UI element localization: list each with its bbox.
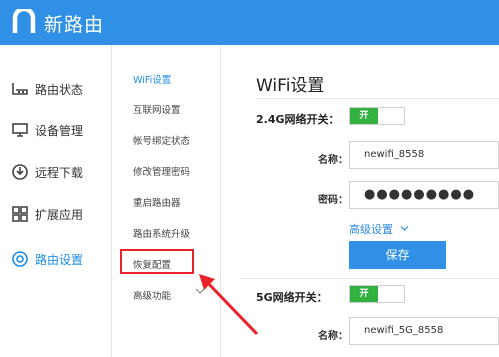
save-button[interactable]: 保存 [349, 241, 446, 269]
nav-item-label: 远程下载 [35, 166, 84, 180]
toggle-on-label: 开 [350, 286, 378, 302]
settings-icon [12, 251, 28, 267]
subnav-item-internet-settings[interactable]: 互联网设置 [133, 102, 181, 116]
nav-item-label: 设备管理 [35, 124, 84, 138]
nav-item-label: 扩展应用 [35, 208, 84, 222]
divider [256, 98, 499, 99]
subnav-item-reboot[interactable]: 重启路由器 [133, 195, 181, 209]
subnav-item-advanced-functions[interactable]: 高级功能 [133, 288, 171, 302]
logo-text: 新路由 [44, 14, 105, 36]
toggle-on-label: 开 [350, 108, 378, 124]
wifi-24g-password-field[interactable]: ●●●●●●●●● [349, 181, 499, 209]
nav-item-label: 路由状态 [35, 83, 84, 97]
nav-item-label: 路由设置 [35, 253, 84, 267]
router-icon [12, 83, 28, 95]
nav-item-router-status[interactable]: 路由状态 [0, 69, 112, 109]
wifi-24g-switch-label: 2.4G网络开关： [256, 113, 340, 126]
subnav-item-account-binding[interactable]: 帐号绑定状态 [133, 133, 190, 147]
annotation-arrow-icon [199, 274, 259, 336]
apps-icon [12, 206, 28, 222]
wifi-5g-toggle[interactable]: 开 [349, 285, 405, 303]
page-title: WiFi设置 [256, 76, 325, 96]
main-nav: 路由状态 设备管理 远程下载 扩展应用 路由设置 [0, 45, 112, 357]
subnav-item-change-password[interactable]: 修改管理密码 [133, 164, 190, 178]
subnav-item-wifi-settings[interactable]: WiFi设置 [133, 72, 171, 86]
subnav-item-firmware-upgrade[interactable]: 路由系统升级 [133, 226, 190, 240]
logo-icon [12, 9, 36, 33]
nav-item-remote-download[interactable]: 远程下载 [0, 152, 112, 192]
monitor-icon [12, 123, 28, 137]
wifi-24g-toggle[interactable]: 开 [349, 107, 405, 125]
download-icon [12, 164, 28, 180]
divider [240, 278, 499, 279]
wifi-5g-name-label: 名称： [318, 331, 348, 342]
nav-item-device-management[interactable]: 设备管理 [0, 110, 112, 150]
nav-item-extensions[interactable]: 扩展应用 [0, 194, 112, 234]
wifi-5g-switch-label: 5G网络开关： [256, 291, 328, 304]
top-header: 新路由 [0, 0, 499, 45]
chevron-down-icon[interactable] [400, 225, 409, 232]
advanced-settings-link[interactable]: 高级设置 [349, 221, 393, 237]
restore-config-highlight [120, 249, 194, 274]
wifi-5g-name-field[interactable]: newifi_5G_8558 [349, 317, 499, 345]
nav-item-router-settings[interactable]: 路由设置 [0, 239, 112, 279]
wifi-24g-password-label: 密码： [318, 195, 348, 206]
wifi-24g-name-label: 名称： [318, 155, 348, 166]
wifi-24g-name-field[interactable]: newifi_8558 [349, 141, 499, 169]
